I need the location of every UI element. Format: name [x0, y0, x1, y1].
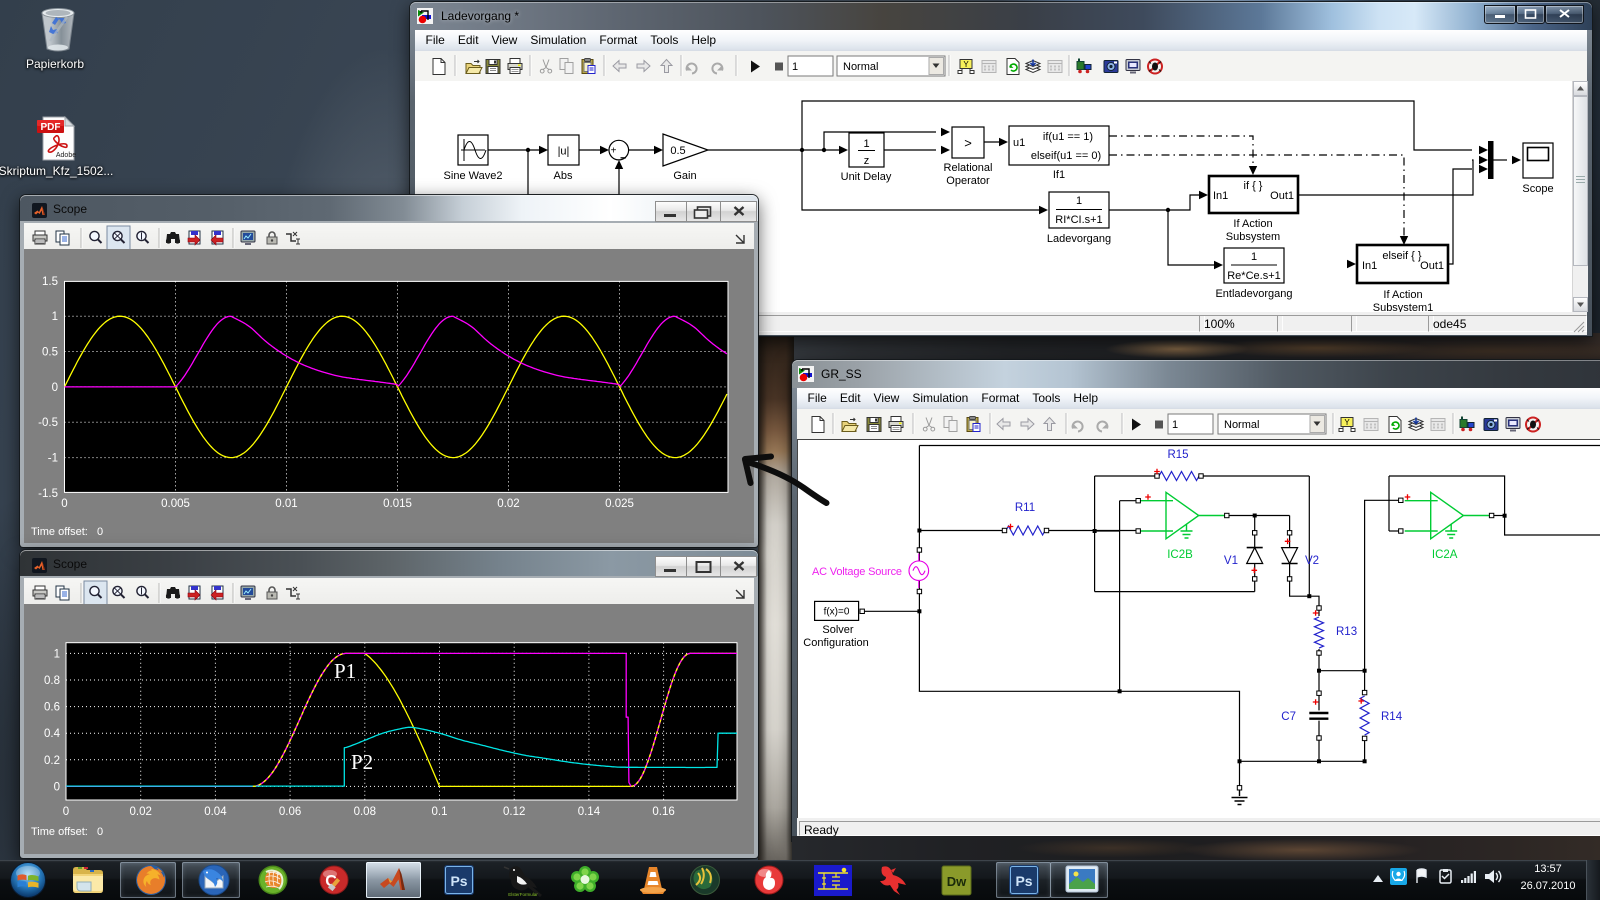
- svg-text:0.025: 0.025: [605, 498, 634, 510]
- svg-text:0.1: 0.1: [432, 806, 448, 818]
- svg-text:0.4: 0.4: [44, 728, 61, 740]
- svg-text:Re*Ce.s+1: Re*Ce.s+1: [1227, 270, 1281, 282]
- svg-text:RI*CI.s+1: RI*CI.s+1: [1055, 214, 1102, 226]
- svg-text:0.06: 0.06: [279, 806, 301, 818]
- svg-text:Operator: Operator: [946, 175, 990, 187]
- svg-text:P1: P1: [334, 659, 356, 683]
- svg-text:-1.5: -1.5: [38, 488, 58, 500]
- svg-text:Y: Y: [963, 60, 969, 69]
- svg-text:1: 1: [792, 61, 798, 73]
- svg-text:1: 1: [52, 311, 58, 323]
- svg-text:if { }: if { }: [1244, 180, 1263, 192]
- svg-text:-0.5: -0.5: [38, 417, 58, 429]
- svg-text:elseif(u1 == 0): elseif(u1 == 0): [1031, 150, 1101, 162]
- svg-text:Solver: Solver: [822, 624, 854, 636]
- svg-text:Dw: Dw: [947, 874, 967, 889]
- svg-text:If Action: If Action: [1383, 289, 1422, 301]
- svg-text:If1: If1: [1053, 169, 1065, 181]
- svg-text:C7: C7: [1281, 711, 1296, 723]
- svg-text:1: 1: [1251, 251, 1257, 263]
- svg-text:0.14: 0.14: [578, 806, 601, 818]
- svg-text:1: 1: [1076, 195, 1082, 207]
- svg-text:0.005: 0.005: [161, 498, 190, 510]
- svg-text:PDF: PDF: [41, 122, 61, 133]
- svg-text:0.12: 0.12: [503, 806, 525, 818]
- svg-text:Entladevorgang: Entladevorgang: [1215, 288, 1292, 300]
- svg-text:R11: R11: [1015, 502, 1035, 514]
- svg-text:V1: V1: [1224, 555, 1238, 567]
- svg-text:In1: In1: [1362, 260, 1377, 272]
- svg-text:0.2: 0.2: [44, 755, 60, 767]
- svg-text:Gain: Gain: [673, 170, 696, 182]
- svg-text:f(x)=0: f(x)=0: [824, 607, 850, 618]
- svg-text:0.02: 0.02: [497, 498, 519, 510]
- svg-text:AC Voltage Source: AC Voltage Source: [812, 566, 902, 578]
- svg-text:Ps: Ps: [1015, 873, 1032, 889]
- svg-text:Out1: Out1: [1420, 260, 1444, 272]
- svg-text:0: 0: [54, 781, 60, 793]
- svg-text:-1: -1: [48, 453, 58, 465]
- svg-text:Configuration: Configuration: [803, 637, 868, 649]
- svg-text:Ladevorgang: Ladevorgang: [1047, 233, 1111, 245]
- svg-text:In1: In1: [1213, 190, 1228, 202]
- svg-text:IC2B: IC2B: [1167, 549, 1193, 561]
- svg-text:Relational: Relational: [944, 162, 993, 174]
- svg-text:Unit Delay: Unit Delay: [841, 171, 892, 183]
- svg-text:Ps: Ps: [450, 873, 467, 889]
- svg-text:Subsystem1: Subsystem1: [1373, 302, 1434, 312]
- svg-text:P2: P2: [351, 750, 373, 774]
- svg-text:0: 0: [61, 498, 67, 510]
- svg-text:0.6: 0.6: [44, 702, 60, 714]
- svg-text:if(u1 == 1): if(u1 == 1): [1043, 131, 1093, 143]
- svg-text:Adobe: Adobe: [56, 152, 76, 159]
- svg-text:IC2A: IC2A: [1432, 549, 1458, 561]
- svg-text:R15: R15: [1167, 449, 1188, 461]
- svg-text:0.08: 0.08: [354, 806, 376, 818]
- svg-text:1: 1: [1172, 419, 1178, 431]
- svg-text:Sine Wave2: Sine Wave2: [444, 170, 503, 182]
- svg-text:0.8: 0.8: [44, 675, 60, 687]
- svg-text:Normal: Normal: [843, 61, 878, 73]
- svg-text:ElsterFormular: ElsterFormular: [508, 892, 538, 897]
- svg-text:Normal: Normal: [1224, 419, 1259, 431]
- svg-text:z: z: [864, 155, 870, 167]
- svg-text:0.5: 0.5: [670, 145, 685, 157]
- svg-text:|u|: |u|: [558, 146, 570, 158]
- svg-text:0: 0: [63, 806, 69, 818]
- svg-text:0.04: 0.04: [204, 806, 227, 818]
- svg-text:>: >: [964, 136, 972, 151]
- svg-text:0: 0: [52, 382, 58, 394]
- svg-text:Abs: Abs: [554, 170, 573, 182]
- svg-text:Y: Y: [1344, 418, 1350, 427]
- svg-text:1.5: 1.5: [42, 276, 58, 288]
- svg-text:R13: R13: [1336, 626, 1357, 638]
- svg-text:1: 1: [863, 138, 869, 150]
- svg-text:0.01: 0.01: [275, 498, 297, 510]
- svg-text:Out1: Out1: [1270, 190, 1294, 202]
- svg-text:Subsystem: Subsystem: [1226, 231, 1280, 243]
- svg-text:R14: R14: [1381, 711, 1403, 723]
- svg-text:0.5: 0.5: [42, 347, 58, 359]
- svg-text:1: 1: [54, 648, 60, 660]
- svg-text:Scope: Scope: [1522, 183, 1553, 195]
- svg-text:V2: V2: [1305, 555, 1319, 567]
- svg-text:0.16: 0.16: [652, 806, 674, 818]
- svg-text:0.02: 0.02: [130, 806, 152, 818]
- svg-text:elseif { }: elseif { }: [1382, 250, 1421, 262]
- svg-text:If Action: If Action: [1233, 218, 1272, 230]
- svg-text:u1: u1: [1013, 137, 1025, 149]
- svg-text:+: +: [611, 146, 617, 157]
- svg-text:0.015: 0.015: [383, 498, 412, 510]
